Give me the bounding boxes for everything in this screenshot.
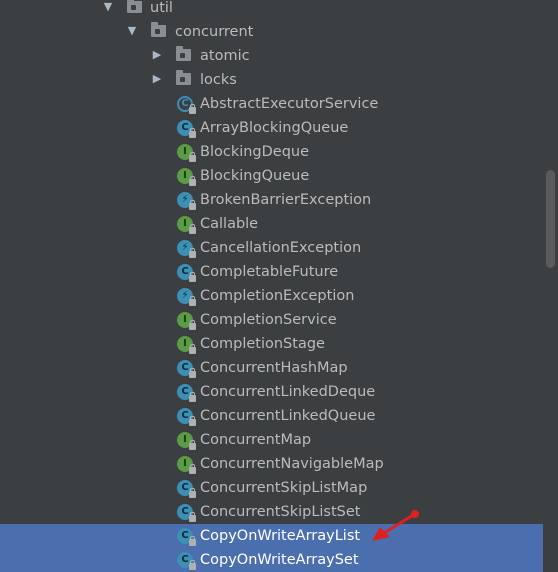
scrollbar-thumb[interactable] [546,170,555,268]
interface-icon: I [177,455,196,474]
tree-node-label: ArrayBlockingQueue [200,120,349,136]
tree-node-util[interactable]: ▼ util [0,0,543,20]
tree-node-class[interactable]: C CompletableFuture [0,260,543,284]
interface-icon: I [177,335,196,354]
tree-node-atomic[interactable]: ▶ atomic [0,44,543,68]
interface-icon: I [177,143,196,162]
package-icon [176,70,194,89]
tree-node-label: AbstractExecutorService [200,96,379,112]
tree-node-label: atomic [200,48,250,64]
tree-node-label: ConcurrentHashMap [200,360,348,376]
tree-node-label: ConcurrentLinkedQueue [200,408,376,424]
interface-icon: I [177,431,196,450]
tree-node-label: ConcurrentSkipListMap [200,480,368,496]
tree-node-label: util [150,0,173,16]
tree-node-label: CopyOnWriteArraySet [200,552,359,568]
tree-node-class[interactable]: I BlockingQueue [0,164,543,188]
interface-icon: I [177,215,196,234]
tree-node-class[interactable]: C CopyOnWriteArrayList [0,524,543,548]
tree-node-class[interactable]: ⚡ CompletionException [0,284,543,308]
tree-node-class[interactable]: C AbstractExecutorService [0,92,543,116]
annotation-arrow-icon [372,510,419,541]
class-icon: C [177,359,196,378]
collapse-arrow-icon[interactable]: ▶ [150,48,164,62]
tree-node-locks[interactable]: ▶ locks [0,68,543,92]
tree-node-class[interactable]: C ConcurrentLinkedQueue [0,404,543,428]
tree-node-class[interactable]: ⚡ CancellationException [0,236,543,260]
tree-node-label: ConcurrentMap [200,432,312,448]
expand-arrow-icon[interactable]: ▼ [101,0,115,14]
tree-node-label: BlockingQueue [200,168,310,184]
class-icon: C [177,263,196,282]
tree-node-label: CompletionStage [200,336,325,352]
package-icon [151,22,169,41]
tree-node-class[interactable]: ⚡ BrokenBarrierException [0,188,543,212]
exception-icon: ⚡ [177,191,196,210]
tree-node-label: CompletionException [200,288,355,304]
tree-node-label: ConcurrentNavigableMap [200,456,384,472]
exception-icon: ⚡ [177,287,196,306]
interface-icon: I [177,167,196,186]
tree-node-class[interactable]: I CompletionStage [0,332,543,356]
tree-node-class[interactable]: I CompletionService [0,308,543,332]
tree-node-label: CompletionService [200,312,337,328]
tree-node-class[interactable]: I ConcurrentMap [0,428,543,452]
class-icon: C [177,407,196,426]
class-icon: C [177,479,196,498]
tree-node-label: Callable [200,216,259,232]
tree-node-class[interactable]: I BlockingDeque [0,140,543,164]
tree-node-label: BrokenBarrierException [200,192,372,208]
tree-node-class[interactable]: I Callable [0,212,543,236]
tree-node-label: concurrent [175,24,254,40]
abstract-class-icon: C [177,95,196,114]
class-icon: C [177,119,196,138]
tree-node-label: CancellationException [200,240,362,256]
class-icon: C [177,527,196,546]
tree-node-label: CompletableFuture [200,264,339,280]
exception-icon: ⚡ [177,239,196,258]
class-icon: C [177,503,196,522]
vertical-scrollbar[interactable] [543,0,558,571]
tree-node-class[interactable]: I ConcurrentNavigableMap [0,452,543,476]
interface-icon: I [177,311,196,330]
tree-node-concurrent[interactable]: ▼ concurrent [0,20,543,44]
class-icon: C [177,383,196,402]
expand-arrow-icon[interactable]: ▼ [125,24,139,38]
tree-node-class[interactable]: C ConcurrentLinkedDeque [0,380,543,404]
collapse-arrow-icon[interactable]: ▶ [150,72,164,86]
tree-node-class[interactable]: C ConcurrentSkipListSet [0,500,543,524]
tree-node-class[interactable]: C ConcurrentHashMap [0,356,543,380]
tree-node-label: locks [200,72,237,88]
tree-node-class[interactable]: C CopyOnWriteArraySet [0,548,543,572]
tree-node-class[interactable]: C ArrayBlockingQueue [0,116,543,140]
tree-node-class[interactable]: C ConcurrentSkipListMap [0,476,543,500]
package-icon [176,46,194,65]
class-icon: C [177,551,196,570]
tree-node-label: ConcurrentSkipListSet [200,504,361,520]
tree-node-label: CopyOnWriteArrayList [200,528,361,544]
package-icon [127,0,145,17]
tree-node-label: ConcurrentLinkedDeque [200,384,376,400]
tree-node-label: BlockingDeque [200,144,310,160]
